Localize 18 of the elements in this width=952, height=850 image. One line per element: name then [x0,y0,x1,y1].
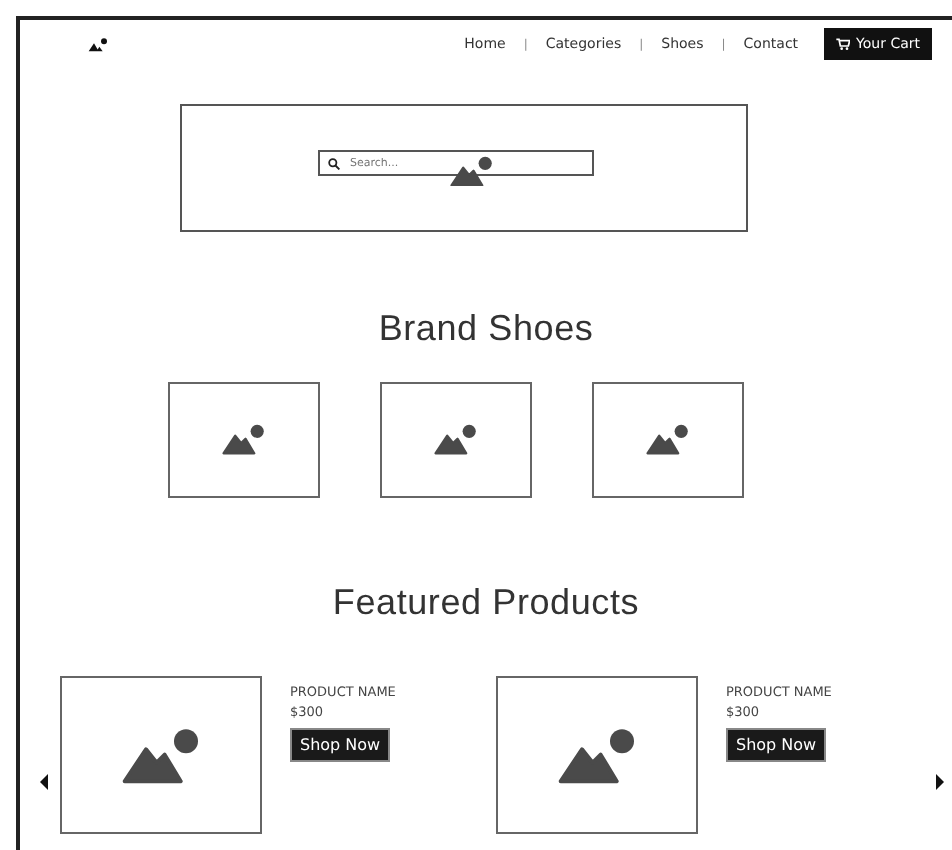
image-icon [121,727,201,783]
image-icon [450,156,494,187]
left-arrow-icon[interactable] [40,774,48,790]
section-title: Brand Shoes [376,308,596,350]
image-icon [557,727,637,783]
brand-tile[interactable] [380,382,532,498]
image-icon [646,424,690,456]
shop-now-button[interactable]: Shop Now [726,728,827,762]
brand-tile[interactable] [168,382,320,498]
cart-icon [836,38,851,50]
right-arrow-icon[interactable] [936,774,944,790]
image-icon [222,424,266,456]
image-icon [434,424,478,456]
search-icon [328,157,340,169]
shop-now-button[interactable]: Shop Now [290,728,391,762]
brand-tile[interactable] [592,382,744,498]
section-title: Featured Products [330,582,642,624]
logo-icon [88,37,108,51]
